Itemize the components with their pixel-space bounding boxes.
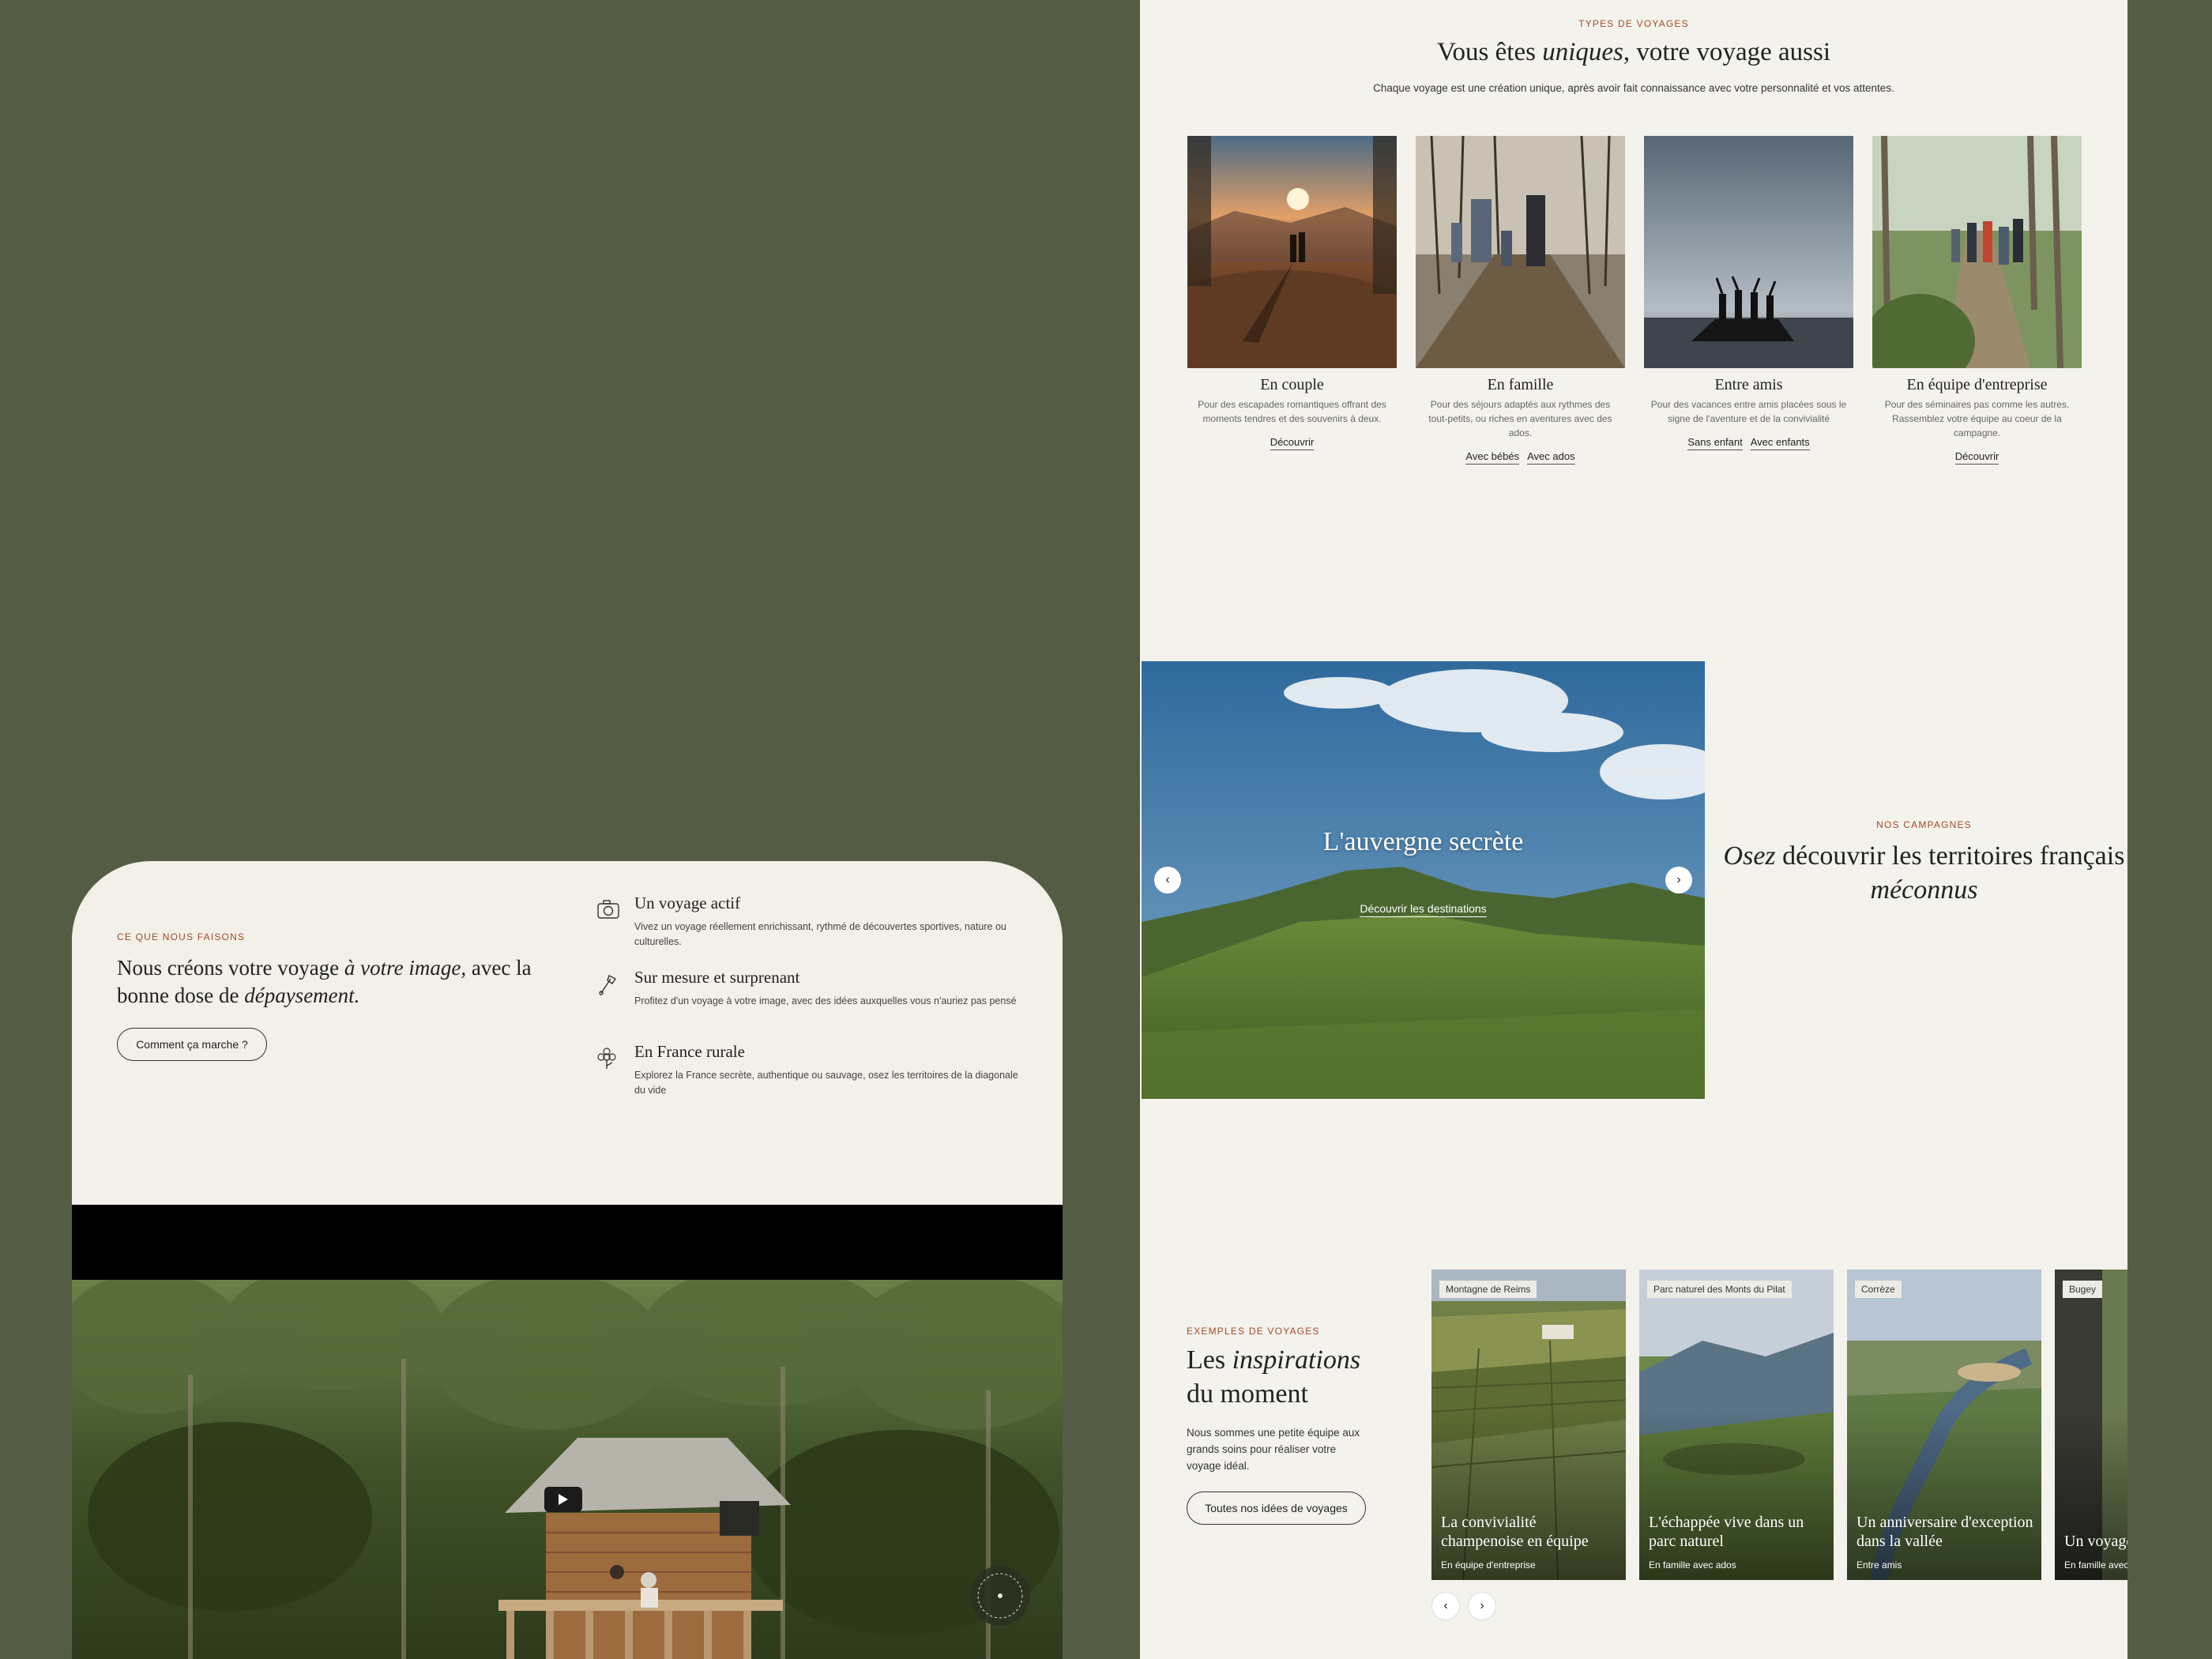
title-part: découvrir les territoires français — [1775, 841, 2125, 871]
flower-icon — [597, 1048, 616, 1069]
card-title: Un anniversaire d'exception dans la vall… — [1856, 1514, 2033, 1550]
title-part: Les — [1187, 1345, 1232, 1375]
chevron-left-icon: ‹ — [1165, 873, 1170, 886]
title-emphasis: à votre image, — [344, 956, 467, 980]
trip-type-card-family[interactable]: En famille Pour des séjours adaptés aux … — [1416, 136, 1625, 465]
carousel-title: L'auvergne secrète — [1322, 827, 1524, 856]
feature-desc: Profitez d'un voyage à votre image, avec… — [634, 995, 1017, 1006]
trip-type-card-friends[interactable]: Entre amis Pour des vacances entre amis … — [1644, 136, 1853, 450]
title-emphasis: uniques — [1542, 38, 1623, 66]
what-we-do-section: CE QUE NOUS FAISONS Nous créons votre vo… — [72, 861, 1063, 1659]
trip-type-card-couple[interactable]: En couple Pour des escapades romantiques… — [1187, 136, 1397, 450]
card-image — [1187, 136, 1397, 368]
feature-title: En France rurale — [634, 1042, 745, 1061]
inspiration-card[interactable]: Montagne de Reims La convivialité champe… — [1431, 1270, 1626, 1580]
discover-destinations-link[interactable]: Découvrir les destinations — [1142, 902, 1705, 917]
card-subtitle: En famille avec ados — [1649, 1559, 1736, 1571]
rotating-badge-icon — [970, 1566, 1030, 1626]
cabin-forest-image — [72, 1280, 1063, 1659]
section-title: Vous êtes uniques, votre voyage aussi — [1140, 38, 2127, 67]
card-title: L'échappée vive dans un parc naturel — [1649, 1514, 1804, 1550]
section-eyebrow: EXEMPLES DE VOYAGES — [1187, 1326, 1320, 1337]
card-image — [1416, 136, 1625, 368]
title-part: du moment — [1187, 1379, 1308, 1409]
card-subtitle: Entre amis — [1856, 1559, 1902, 1571]
section-desc: Nous sommes une petite équipe aux grands… — [1187, 1427, 1360, 1472]
card-desc: Pour des escapades romantiques offrant d… — [1198, 399, 1386, 424]
auvergne-landscape-image — [1142, 661, 1705, 1099]
card-desc: Pour des vacances entre amis placées sou… — [1650, 399, 1847, 424]
feature-title: Un voyage actif — [634, 893, 741, 912]
how-it-works-button[interactable]: Comment ça marche ? — [117, 1028, 267, 1061]
location-tag: Parc naturel des Monts du Pilat — [1647, 1281, 1792, 1298]
location-tag: Montagne de Reims — [1439, 1281, 1537, 1298]
camera-icon — [597, 900, 619, 919]
title-part: , votre voyage aussi — [1623, 38, 1830, 66]
title-part: Vous êtes — [1436, 38, 1543, 66]
title-part: Nous créons votre voyage — [117, 956, 344, 980]
inspiration-card[interactable]: Corrèze Un anniversaire d'exception dans… — [1847, 1270, 2041, 1580]
section-eyebrow: TYPES DE VOYAGES — [1578, 18, 1689, 29]
section-title: Les inspirations du moment — [1187, 1343, 1360, 1411]
title-emphasis: inspirations — [1232, 1345, 1361, 1375]
video-letterbox — [72, 1205, 1063, 1280]
chevron-left-icon: ‹ — [1443, 1599, 1448, 1612]
card-image — [1644, 136, 1853, 368]
all-trip-ideas-button[interactable]: Toutes nos idées de voyages — [1187, 1492, 1366, 1525]
without-kids-link[interactable]: Sans enfant — [1687, 436, 1743, 450]
inspirations-prev-button[interactable]: ‹ — [1431, 1592, 1460, 1620]
section-eyebrow: NOS CAMPAGNES — [1876, 819, 1972, 830]
inspiration-card[interactable]: Bugey Un voyage aux pieds En famille ave… — [2055, 1270, 2127, 1580]
right-page-panel: TYPES DE VOYAGES Vous êtes uniques, votr… — [1140, 0, 2127, 1659]
section-eyebrow: CE QUE NOUS FAISONS — [117, 931, 246, 942]
carousel-prev-button[interactable]: ‹ — [1154, 867, 1181, 893]
chevron-right-icon: › — [1480, 1599, 1484, 1612]
inspiration-card[interactable]: Parc naturel des Monts du Pilat L'échapp… — [1639, 1270, 1834, 1580]
feature-desc: Explorez la France secrète, authentique … — [634, 1070, 1018, 1096]
with-teens-link[interactable]: Avec ados — [1527, 450, 1575, 465]
inspirations-next-button[interactable]: › — [1468, 1592, 1496, 1620]
trip-type-card-company[interactable]: En équipe d'entreprise Pour des séminair… — [1872, 136, 2082, 465]
section-subtitle: Chaque voyage est une création unique, a… — [1373, 82, 1894, 94]
card-title: La convivialité champenoise en équipe — [1441, 1514, 1589, 1550]
card-title: Entre amis — [1714, 376, 1783, 393]
card-title: En famille — [1487, 376, 1554, 393]
card-subtitle: En équipe d'entreprise — [1441, 1559, 1536, 1571]
section-title: Nous créons votre voyage à votre image, … — [117, 954, 559, 1010]
discover-link[interactable]: Découvrir — [1954, 450, 1999, 465]
discover-link[interactable]: Découvrir — [1270, 436, 1315, 450]
destination-carousel[interactable]: L'auvergne secrète Découvrir les destina… — [1142, 661, 1705, 1099]
feature-desc: Vivez un voyage réellement enrichissant,… — [634, 921, 1006, 947]
title-emphasis: méconnus — [1870, 875, 1978, 905]
card-desc: Pour des séminaires pas comme les autres… — [1884, 399, 2070, 438]
chevron-right-icon: › — [1676, 873, 1681, 886]
title-emphasis: Osez — [1723, 841, 1776, 871]
with-babies-link[interactable]: Avec bébés — [1465, 450, 1520, 465]
location-tag: Bugey — [2063, 1281, 2103, 1298]
carousel-next-button[interactable]: › — [1665, 867, 1692, 893]
card-desc: Pour des séjours adaptés aux rythmes des… — [1428, 399, 1612, 438]
card-title: En couple — [1260, 376, 1324, 393]
feature-title: Sur mesure et surprenant — [634, 968, 800, 987]
cabin-video[interactable] — [72, 1280, 1063, 1659]
play-icon — [544, 1487, 582, 1512]
section-title: Osez découvrir les territoires français … — [1721, 839, 2127, 907]
with-kids-link[interactable]: Avec enfants — [1750, 436, 1810, 450]
card-subtitle: En famille avec — [2064, 1559, 2127, 1571]
title-emphasis: dépaysement. — [244, 984, 360, 1007]
card-title: En équipe d'entreprise — [1906, 376, 2048, 393]
card-title: Un voyage aux pieds — [2064, 1533, 2127, 1550]
location-tag: Corrèze — [1855, 1281, 1902, 1298]
card-image — [1872, 136, 2082, 368]
tool-icon — [599, 975, 617, 995]
link-label: Découvrir les destinations — [1360, 902, 1487, 917]
